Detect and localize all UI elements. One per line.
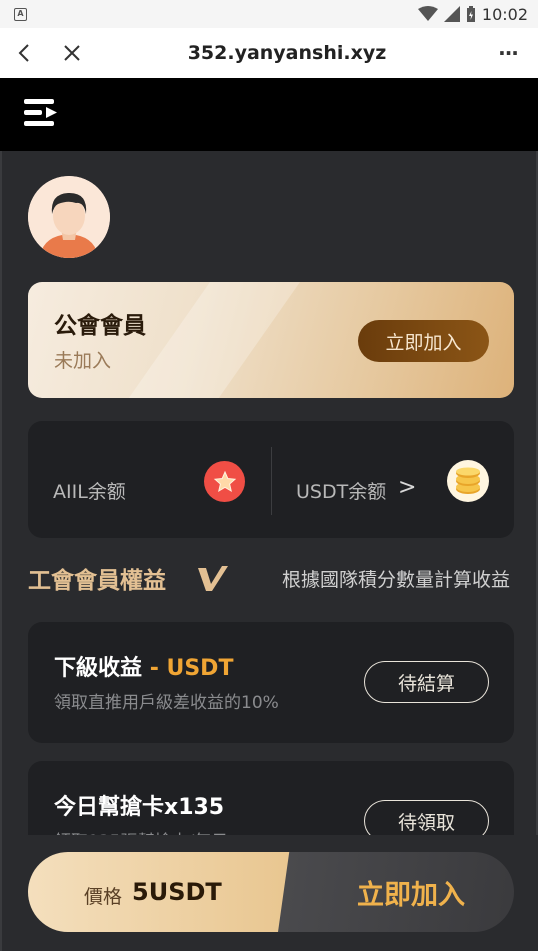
benefit-description: 領取直推用戶級差收益的10% xyxy=(54,693,279,713)
status-bar: A 10:02 xyxy=(0,0,538,28)
benefit-title: 下級收益 xyxy=(54,656,143,681)
browser-toolbar: 352.yanyanshi.xyz ··· xyxy=(0,28,538,78)
status-time: 10:02 xyxy=(481,4,528,24)
member-rights-note: 根據國隊積分數量計算收益 xyxy=(281,569,510,591)
aiil-balance-label: AIIL余额 xyxy=(53,481,126,503)
close-icon xyxy=(64,45,80,61)
chevron-right-icon: > xyxy=(398,475,417,500)
balance-card: AIIL余额 USDT余额 > xyxy=(28,421,514,538)
price-label: 價格 xyxy=(84,886,123,908)
menu-icon xyxy=(24,98,57,126)
buy-join-button[interactable]: 立即加入 xyxy=(308,852,514,932)
battery-icon xyxy=(466,5,475,22)
benefit-title: 今日幫搶卡x135 xyxy=(54,795,225,820)
pending-settlement-button[interactable]: 待結算 xyxy=(364,661,489,703)
member-rights-title: 工會會員權益 xyxy=(28,568,166,594)
benefit-accent: - USDT xyxy=(149,656,234,681)
price-value: 5USDT xyxy=(132,878,222,906)
membership-status: 未加入 xyxy=(54,350,112,372)
membership-title: 公會會員 xyxy=(54,313,146,339)
close-button[interactable] xyxy=(48,28,96,78)
join-now-button[interactable]: 立即加入 xyxy=(358,320,489,362)
user-avatar-icon xyxy=(28,176,110,258)
benefit-card-subordinate: 下級收益 - USDT 領取直推用戶級差收益的10% 待結算 xyxy=(28,622,514,743)
usdt-coin-icon xyxy=(447,460,489,502)
membership-card: 公會會員 未加入 立即加入 xyxy=(28,282,514,398)
menu-button[interactable] xyxy=(24,97,58,133)
more-button[interactable]: ··· xyxy=(478,28,538,78)
purchase-bar: 價格 5USDT 立即加入 xyxy=(28,852,514,932)
a-notification-icon: A xyxy=(14,7,27,21)
signal-icon xyxy=(443,6,460,22)
usdt-balance-label: USDT余额 xyxy=(296,481,387,503)
avatar[interactable] xyxy=(28,176,110,258)
back-arrow-icon xyxy=(18,44,29,62)
main-content: 公會會員 未加入 立即加入 AIIL余额 USDT余额 > 工會會員權益 根據國 xyxy=(0,151,538,951)
balance-divider xyxy=(271,447,272,515)
wifi-icon xyxy=(417,6,438,21)
back-button[interactable] xyxy=(0,28,48,78)
v-badge-icon xyxy=(198,566,228,596)
app-header xyxy=(0,78,538,151)
aiil-coin-icon xyxy=(204,461,245,502)
url-text: 352.yanyanshi.xyz xyxy=(187,42,387,64)
